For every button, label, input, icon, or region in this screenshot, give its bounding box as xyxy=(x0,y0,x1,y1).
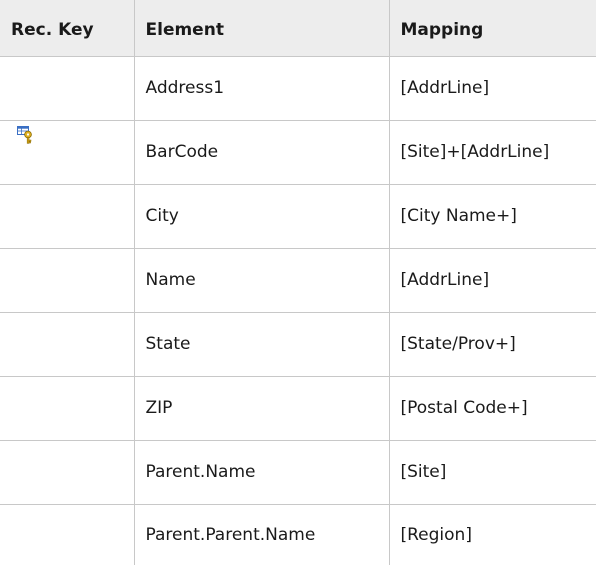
header-row: Rec. Key Element Mapping xyxy=(0,0,596,57)
table-row: ZIP [Postal Code+] xyxy=(0,375,596,441)
header-rec-key: Rec. Key xyxy=(0,0,135,57)
element-cell: Address1 xyxy=(133,55,390,121)
element-cell: Parent.Parent.Name xyxy=(133,503,390,565)
rec-key-cell xyxy=(0,375,135,441)
element-cell: City xyxy=(133,183,390,249)
table-row: Parent.Name [Site] xyxy=(0,439,596,505)
mapping-cell: [Postal Code+] xyxy=(388,375,596,441)
table-row: Parent.Parent.Name [Region] xyxy=(0,503,596,565)
mapping-cell: [City Name+] xyxy=(388,183,596,249)
mapping-cell: [Site] xyxy=(388,439,596,505)
rec-key-cell xyxy=(0,119,135,185)
table-row: BarCode [Site]+[AddrLine] xyxy=(0,119,596,185)
mapping-table: Rec. Key Element Mapping Address1 [AddrL… xyxy=(0,0,596,565)
mapping-cell: [AddrLine] xyxy=(388,247,596,313)
rec-key-cell xyxy=(0,247,135,313)
rec-key-cell xyxy=(0,183,135,249)
element-cell: BarCode xyxy=(133,119,390,185)
element-cell: Parent.Name xyxy=(133,439,390,505)
mapping-cell: [State/Prov+] xyxy=(388,311,596,377)
element-cell: ZIP xyxy=(133,375,390,441)
rec-key-cell xyxy=(0,503,135,565)
header-mapping: Mapping xyxy=(388,0,596,57)
element-cell: State xyxy=(133,311,390,377)
table-row: City [City Name+] xyxy=(0,183,596,249)
table-body: Address1 [AddrLine] BarCode [Site]+[Addr… xyxy=(0,55,596,565)
table-row: Address1 [AddrLine] xyxy=(0,55,596,121)
rec-key-cell xyxy=(0,311,135,377)
rec-key-cell xyxy=(0,55,135,121)
rec-key-cell xyxy=(0,439,135,505)
table-header: Rec. Key Element Mapping xyxy=(0,0,596,57)
reconciliation-key-icon xyxy=(17,125,32,144)
mapping-cell: [Site]+[AddrLine] xyxy=(388,119,596,185)
mapping-cell: [AddrLine] xyxy=(388,55,596,121)
mapping-cell: [Region] xyxy=(388,503,596,565)
table-row: State [State/Prov+] xyxy=(0,311,596,377)
element-cell: Name xyxy=(133,247,390,313)
header-element: Element xyxy=(133,0,390,57)
table-row: Name [AddrLine] xyxy=(0,247,596,313)
